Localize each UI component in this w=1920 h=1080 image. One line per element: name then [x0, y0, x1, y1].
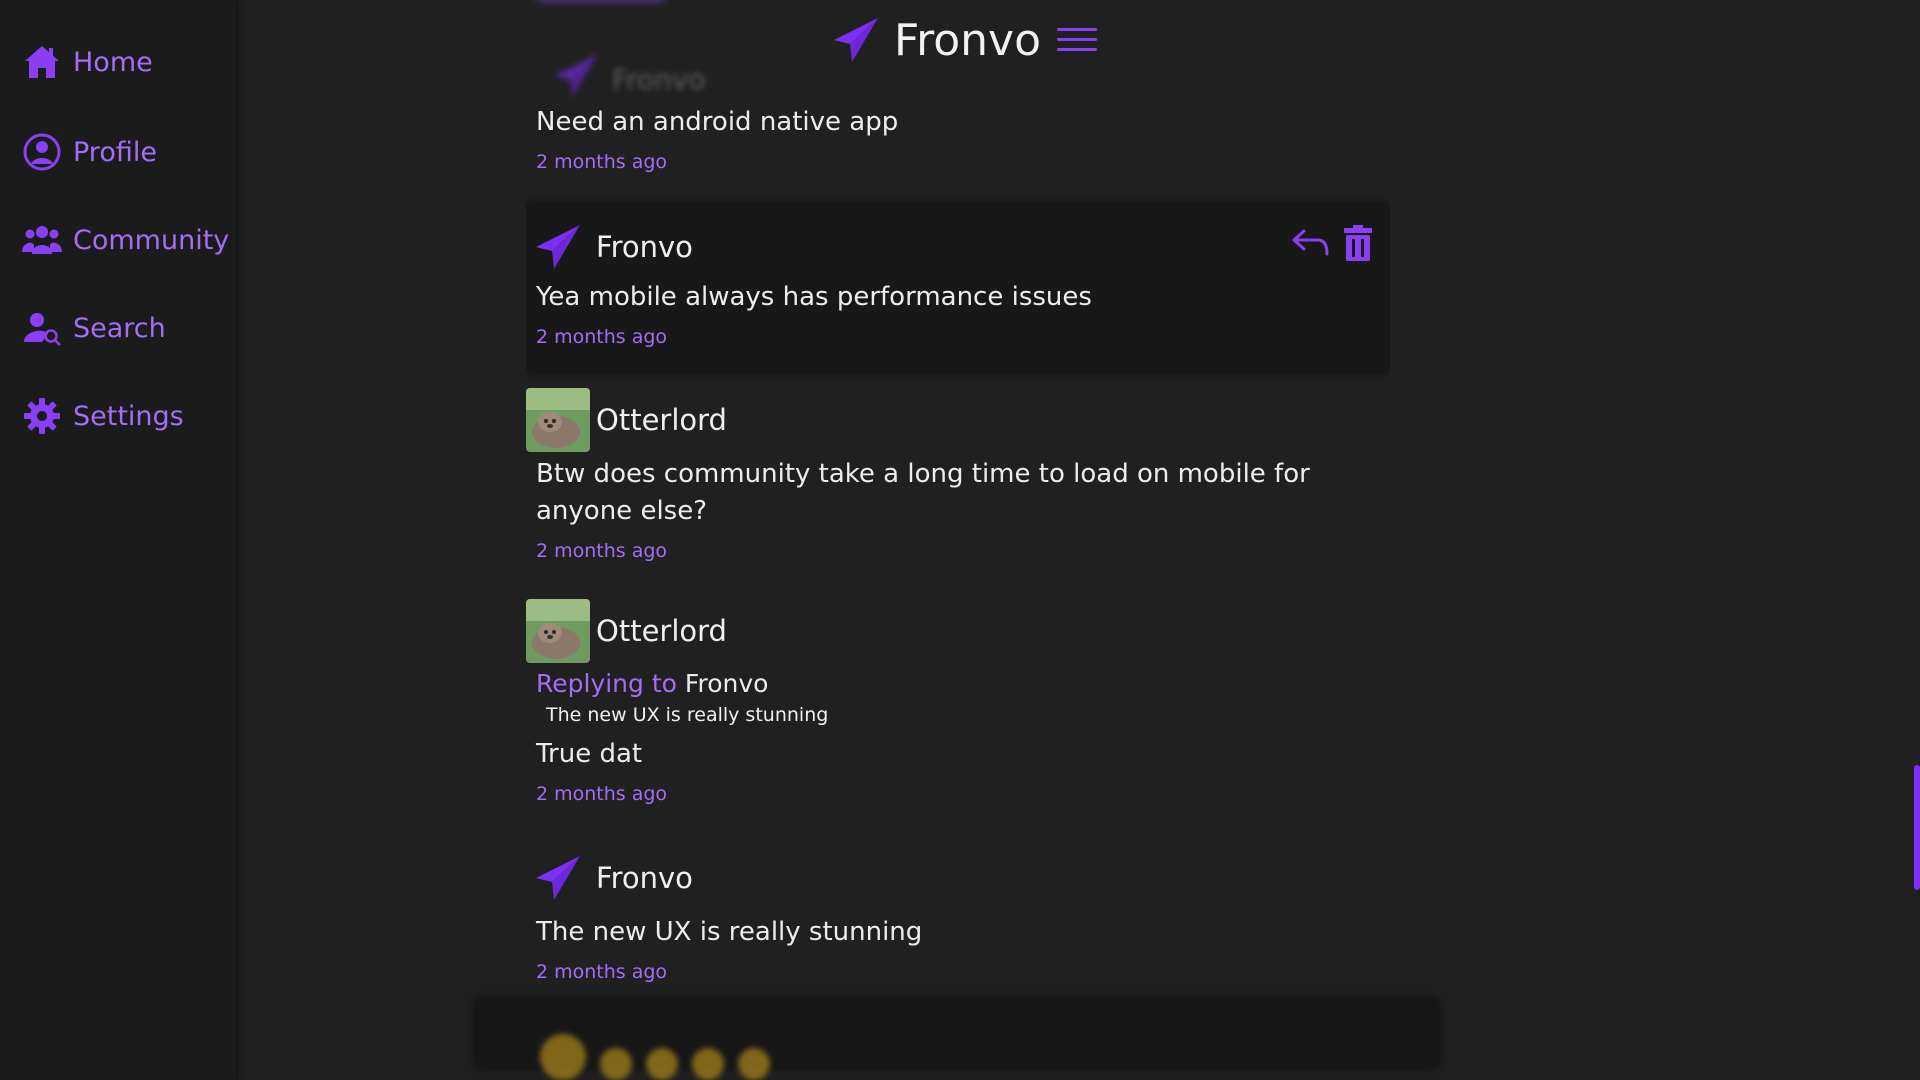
- header: Fronvo: [830, 14, 1099, 66]
- otter-avatar-image: [526, 599, 590, 663]
- avatar[interactable]: [526, 215, 590, 279]
- reply-reference[interactable]: Replying to Fronvo: [526, 669, 1390, 698]
- username[interactable]: Otterlord: [596, 403, 727, 437]
- message-timestamp: 2 months ago: [536, 783, 668, 805]
- sidebar-item-search[interactable]: Search: [22, 308, 166, 348]
- trash-icon[interactable]: [1342, 225, 1374, 261]
- sidebar-item-home[interactable]: Home: [22, 42, 153, 82]
- user-circle-icon: [22, 132, 62, 172]
- message-header-faded: Fronvo: [540, 50, 706, 109]
- avatar[interactable]: [526, 846, 590, 910]
- message-text: Btw does community take a long time to l…: [536, 459, 1310, 526]
- sidebar: Home Profile Community Search Settings: [0, 0, 236, 1080]
- paper-plane-icon: [830, 14, 882, 66]
- message-feed[interactable]: Fronvo Need an android native app 2 mont…: [526, 0, 1390, 1080]
- hamburger-menu-icon[interactable]: [1055, 23, 1099, 57]
- message-item[interactable]: Fronvo Yea mobile always has performance…: [526, 205, 1390, 371]
- message-text: True dat: [536, 739, 643, 769]
- message-timestamp: 2 months ago: [536, 961, 668, 983]
- emoji-picker-faded: [540, 1034, 770, 1080]
- message-timestamp: 2 months ago: [536, 540, 668, 562]
- avatar[interactable]: [526, 599, 590, 663]
- scrollbar-thumb[interactable]: [1914, 765, 1920, 890]
- username[interactable]: Fronvo: [596, 861, 693, 895]
- message-timestamp: 2 months ago: [536, 326, 668, 348]
- otter-avatar-image: [526, 388, 590, 452]
- sidebar-item-community[interactable]: Community: [22, 220, 229, 260]
- user-search-icon: [22, 308, 62, 348]
- username: Fronvo: [612, 63, 706, 96]
- message-item[interactable]: Fronvo The new UX is really stunning 2 m…: [526, 846, 1390, 983]
- paper-plane-icon: [536, 225, 580, 269]
- paper-plane-icon: [536, 856, 580, 900]
- sidebar-item-label: Search: [73, 312, 166, 344]
- message-item[interactable]: Otterlord Replying to Fronvo The new UX …: [526, 599, 1390, 805]
- sidebar-item-label: Home: [73, 46, 153, 78]
- reply-target-username[interactable]: Fronvo: [685, 669, 769, 698]
- username[interactable]: Fronvo: [596, 230, 693, 264]
- paper-plane-icon: [550, 50, 602, 109]
- message-timestamp: 2 months ago: [536, 151, 668, 173]
- app-title: Fronvo: [894, 14, 1041, 66]
- users-icon: [22, 220, 62, 260]
- avatar[interactable]: [526, 388, 590, 452]
- sidebar-item-label: Profile: [73, 136, 157, 168]
- gear-icon: [22, 396, 62, 436]
- home-icon: [22, 42, 62, 82]
- sidebar-item-label: Settings: [73, 400, 184, 432]
- reply-icon[interactable]: [1290, 227, 1330, 259]
- sidebar-item-label: Community: [73, 224, 230, 256]
- message-text: Need an android native app: [536, 107, 899, 137]
- message-item[interactable]: Otterlord Btw does community take a long…: [526, 388, 1390, 562]
- sidebar-item-profile[interactable]: Profile: [22, 132, 157, 172]
- reply-quote: The new UX is really stunning: [546, 704, 829, 726]
- sidebar-item-settings[interactable]: Settings: [22, 396, 184, 436]
- replying-to-label: Replying to: [536, 669, 677, 698]
- message-item[interactable]: Need an android native app 2 months ago: [526, 104, 1390, 173]
- username[interactable]: Otterlord: [596, 614, 727, 648]
- timestamp-fade: [536, 0, 676, 10]
- message-text: The new UX is really stunning: [536, 917, 923, 947]
- message-text: Yea mobile always has performance issues: [536, 282, 1092, 312]
